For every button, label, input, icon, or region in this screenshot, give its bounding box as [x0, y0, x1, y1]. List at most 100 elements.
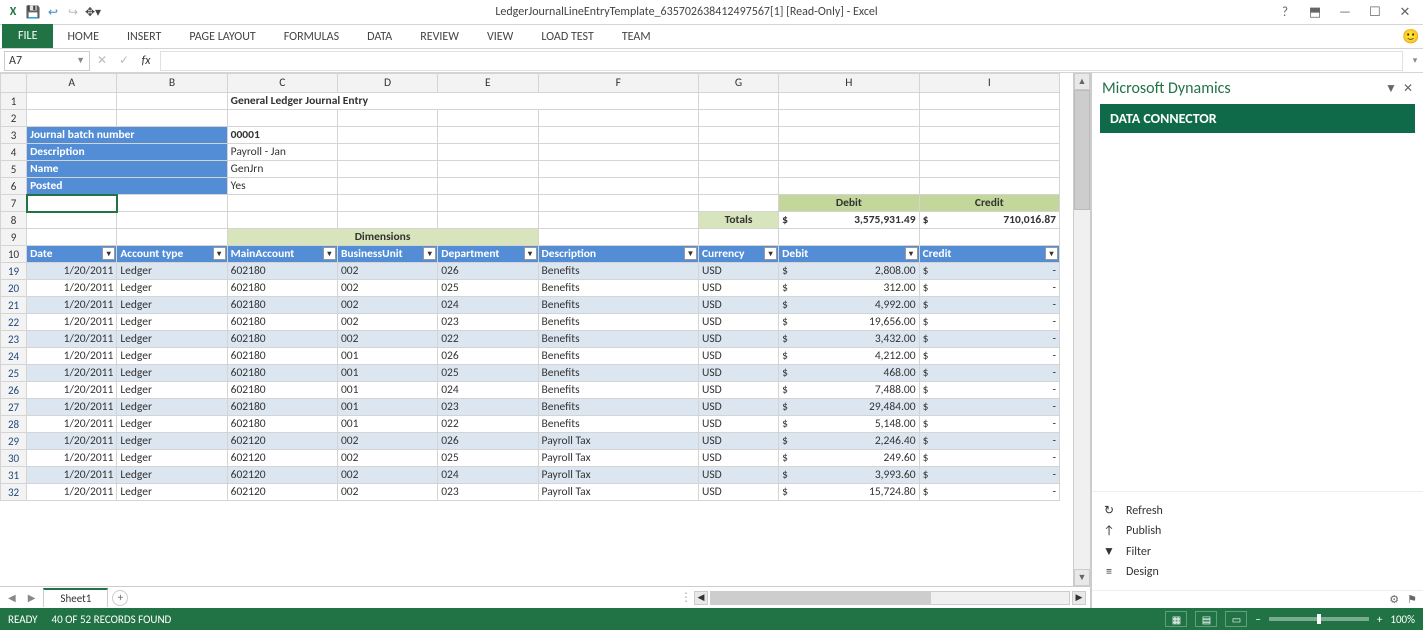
table-header[interactable]: Credit▾: [919, 246, 1059, 263]
taskpane-action-publish[interactable]: ↑Publish: [1102, 521, 1413, 541]
hscroll-thumb[interactable]: [711, 592, 931, 604]
expand-formula-bar-icon[interactable]: ▾: [1407, 55, 1423, 66]
tab-team[interactable]: TEAM: [608, 26, 665, 48]
column-header[interactable]: H: [779, 74, 919, 93]
help-icon[interactable]: ?: [1271, 3, 1299, 21]
formula-bar[interactable]: [160, 51, 1403, 71]
view-page-layout-icon[interactable]: ▤: [1195, 611, 1217, 627]
tab-review[interactable]: REVIEW: [406, 26, 473, 48]
table-row[interactable]: 221/20/2011Ledger602180002023BenefitsUSD…: [1, 314, 1060, 331]
table-row[interactable]: 211/20/2011Ledger602180002024BenefitsUSD…: [1, 297, 1060, 314]
touch-mode-icon[interactable]: ✥▾: [84, 3, 102, 21]
tab-home[interactable]: HOME: [53, 26, 113, 48]
active-cell[interactable]: [27, 195, 117, 212]
feedback-smiley-icon[interactable]: 🙂: [1399, 24, 1423, 48]
name-box[interactable]: A7 ▼: [4, 51, 90, 71]
column-header[interactable]: F: [538, 74, 698, 93]
table-header[interactable]: BusinessUnit▾: [337, 246, 437, 263]
filter-dropdown-icon[interactable]: ▾: [1045, 247, 1058, 260]
tab-load-test[interactable]: LOAD TEST: [527, 26, 608, 48]
filter-dropdown-icon[interactable]: ▾: [423, 247, 436, 260]
sheet-tab-sheet1[interactable]: Sheet1: [43, 588, 108, 607]
table-row[interactable]: 291/20/2011Ledger602120002026Payroll Tax…: [1, 433, 1060, 450]
filter-dropdown-icon[interactable]: ▾: [524, 247, 537, 260]
column-header[interactable]: E: [438, 74, 538, 93]
table-row[interactable]: 301/20/2011Ledger602120002025Payroll Tax…: [1, 450, 1060, 467]
close-icon[interactable]: ✕: [1391, 3, 1419, 21]
scroll-down-icon[interactable]: ▼: [1074, 569, 1090, 586]
table-row[interactable]: 251/20/2011Ledger602180001025BenefitsUSD…: [1, 365, 1060, 382]
save-icon[interactable]: 💾: [24, 3, 42, 21]
insert-function-icon[interactable]: fx: [136, 51, 156, 71]
spreadsheet-grid[interactable]: ABCDEFGHI1General Ledger Journal Entry23…: [0, 73, 1060, 501]
taskpane-action-refresh[interactable]: ↻Refresh: [1102, 500, 1413, 521]
task-pane-flag-icon[interactable]: ⚑: [1407, 593, 1417, 606]
table-header[interactable]: Account type▾: [117, 246, 227, 263]
zoom-level[interactable]: 100%: [1390, 613, 1415, 626]
column-header[interactable]: I: [919, 74, 1059, 93]
task-pane-options-icon[interactable]: ▼: [1385, 81, 1397, 96]
filter-dropdown-icon[interactable]: ▾: [102, 247, 115, 260]
excel-app-icon[interactable]: X: [4, 3, 22, 21]
taskpane-action-design[interactable]: ≡Design: [1102, 562, 1413, 582]
table-header[interactable]: Department▾: [438, 246, 538, 263]
maximize-icon[interactable]: ☐: [1361, 3, 1389, 21]
table-row[interactable]: 231/20/2011Ledger602180002022BenefitsUSD…: [1, 331, 1060, 348]
view-normal-icon[interactable]: ▦: [1165, 611, 1187, 627]
ribbon-display-icon[interactable]: ⬒: [1301, 3, 1329, 21]
table-row[interactable]: 191/20/2011Ledger602180002026BenefitsUSD…: [1, 263, 1060, 280]
info-label: Journal batch number: [27, 127, 228, 144]
task-pane-settings-icon[interactable]: ⚙: [1389, 593, 1399, 606]
tab-data[interactable]: DATA: [353, 26, 406, 48]
horizontal-scrollbar[interactable]: [710, 591, 1070, 605]
taskpane-action-label: Publish: [1126, 524, 1161, 538]
table-header[interactable]: Debit▾: [779, 246, 919, 263]
table-row[interactable]: 241/20/2011Ledger602180001026BenefitsUSD…: [1, 348, 1060, 365]
name-box-dropdown-icon[interactable]: ▼: [76, 55, 85, 66]
sheet-nav-next-icon[interactable]: ▶: [24, 591, 40, 604]
tab-page-layout[interactable]: PAGE LAYOUT: [175, 26, 269, 48]
zoom-slider[interactable]: [1269, 617, 1369, 621]
tab-view[interactable]: VIEW: [473, 26, 527, 48]
tab-insert[interactable]: INSERT: [113, 26, 175, 48]
column-header[interactable]: C: [227, 74, 337, 93]
new-sheet-icon[interactable]: +: [112, 590, 128, 606]
taskpane-action-filter[interactable]: ▼Filter: [1102, 541, 1413, 562]
table-row[interactable]: 311/20/2011Ledger602120002024Payroll Tax…: [1, 467, 1060, 484]
task-pane-close-icon[interactable]: ✕: [1403, 81, 1413, 96]
zoom-out-icon[interactable]: −: [1255, 613, 1260, 626]
hscroll-right-icon[interactable]: ▶: [1072, 591, 1086, 605]
accept-formula-icon[interactable]: ✓: [114, 51, 134, 71]
column-header[interactable]: B: [117, 74, 227, 93]
table-row[interactable]: 261/20/2011Ledger602180001024BenefitsUSD…: [1, 382, 1060, 399]
filter-dropdown-icon[interactable]: ▾: [764, 247, 777, 260]
column-header[interactable]: G: [698, 74, 778, 93]
view-page-break-icon[interactable]: ▭: [1225, 611, 1247, 627]
sheet-nav-prev-icon[interactable]: ◀: [4, 591, 20, 604]
filter-dropdown-icon[interactable]: ▾: [905, 247, 918, 260]
minimize-icon[interactable]: —: [1331, 3, 1359, 21]
zoom-in-icon[interactable]: +: [1377, 613, 1382, 626]
vertical-scrollbar[interactable]: ▲ ▼: [1073, 73, 1090, 586]
column-header[interactable]: A: [27, 74, 117, 93]
table-row[interactable]: 201/20/2011Ledger602180002025BenefitsUSD…: [1, 280, 1060, 297]
table-header[interactable]: Description▼: [538, 246, 698, 263]
filter-dropdown-icon[interactable]: ▾: [323, 247, 336, 260]
cancel-formula-icon[interactable]: ✕: [92, 51, 112, 71]
scroll-up-icon[interactable]: ▲: [1074, 73, 1090, 90]
redo-icon[interactable]: ↪: [64, 3, 82, 21]
table-row[interactable]: 281/20/2011Ledger602180001022BenefitsUSD…: [1, 416, 1060, 433]
undo-icon[interactable]: ↩: [44, 3, 62, 21]
table-header[interactable]: MainAccount▾: [227, 246, 337, 263]
hscroll-left-icon[interactable]: ◀: [694, 591, 708, 605]
tab-file[interactable]: FILE: [2, 24, 53, 48]
tab-formulas[interactable]: FORMULAS: [270, 26, 353, 48]
column-header[interactable]: D: [337, 74, 437, 93]
filter-dropdown-icon[interactable]: ▼: [684, 247, 697, 260]
table-row[interactable]: 271/20/2011Ledger602180001023BenefitsUSD…: [1, 399, 1060, 416]
table-header[interactable]: Currency▾: [698, 246, 778, 263]
vscroll-thumb[interactable]: [1074, 90, 1090, 210]
table-row[interactable]: 321/20/2011Ledger602120002023Payroll Tax…: [1, 484, 1060, 501]
table-header[interactable]: Date▾: [27, 246, 117, 263]
filter-dropdown-icon[interactable]: ▾: [213, 247, 226, 260]
